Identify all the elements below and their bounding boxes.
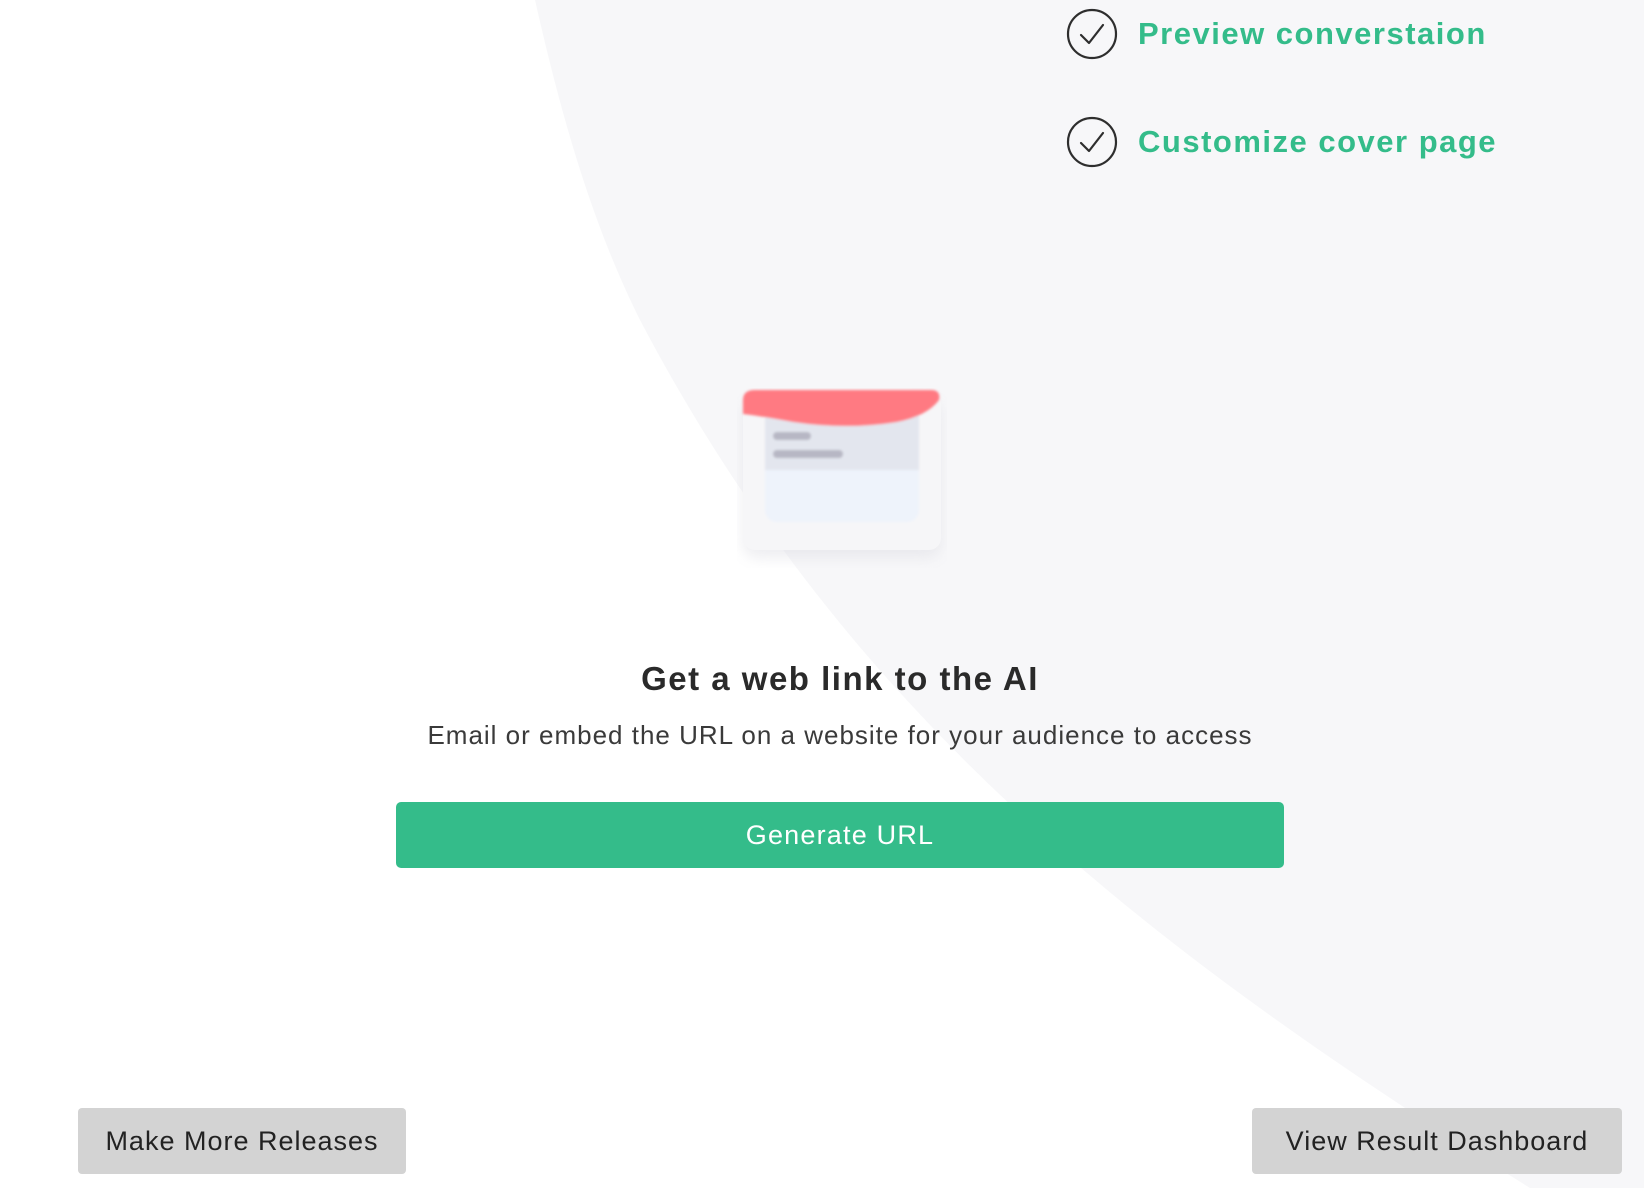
view-result-dashboard-button[interactable]: View Result Dashboard	[1252, 1108, 1622, 1174]
checklist-item-label: Preview converstaion	[1138, 16, 1487, 51]
check-circle-icon	[1066, 8, 1118, 60]
page-title: Get a web link to the AI	[641, 660, 1039, 697]
checklist-item-preview[interactable]: Preview converstaion	[1066, 8, 1497, 60]
make-more-releases-button[interactable]: Make More Releases	[78, 1108, 406, 1174]
check-circle-icon	[1066, 116, 1118, 168]
checklist-item-customize[interactable]: Customize cover page	[1066, 116, 1497, 168]
web-link-card-icon	[743, 390, 941, 558]
page-subtitle: Email or embed the URL on a website for …	[427, 720, 1253, 750]
checklist-item-label: Customize cover page	[1138, 124, 1498, 159]
generate-url-button[interactable]: Generate URL	[396, 802, 1284, 868]
checklist: Preview converstaion Customize cover pag…	[1066, 8, 1497, 224]
